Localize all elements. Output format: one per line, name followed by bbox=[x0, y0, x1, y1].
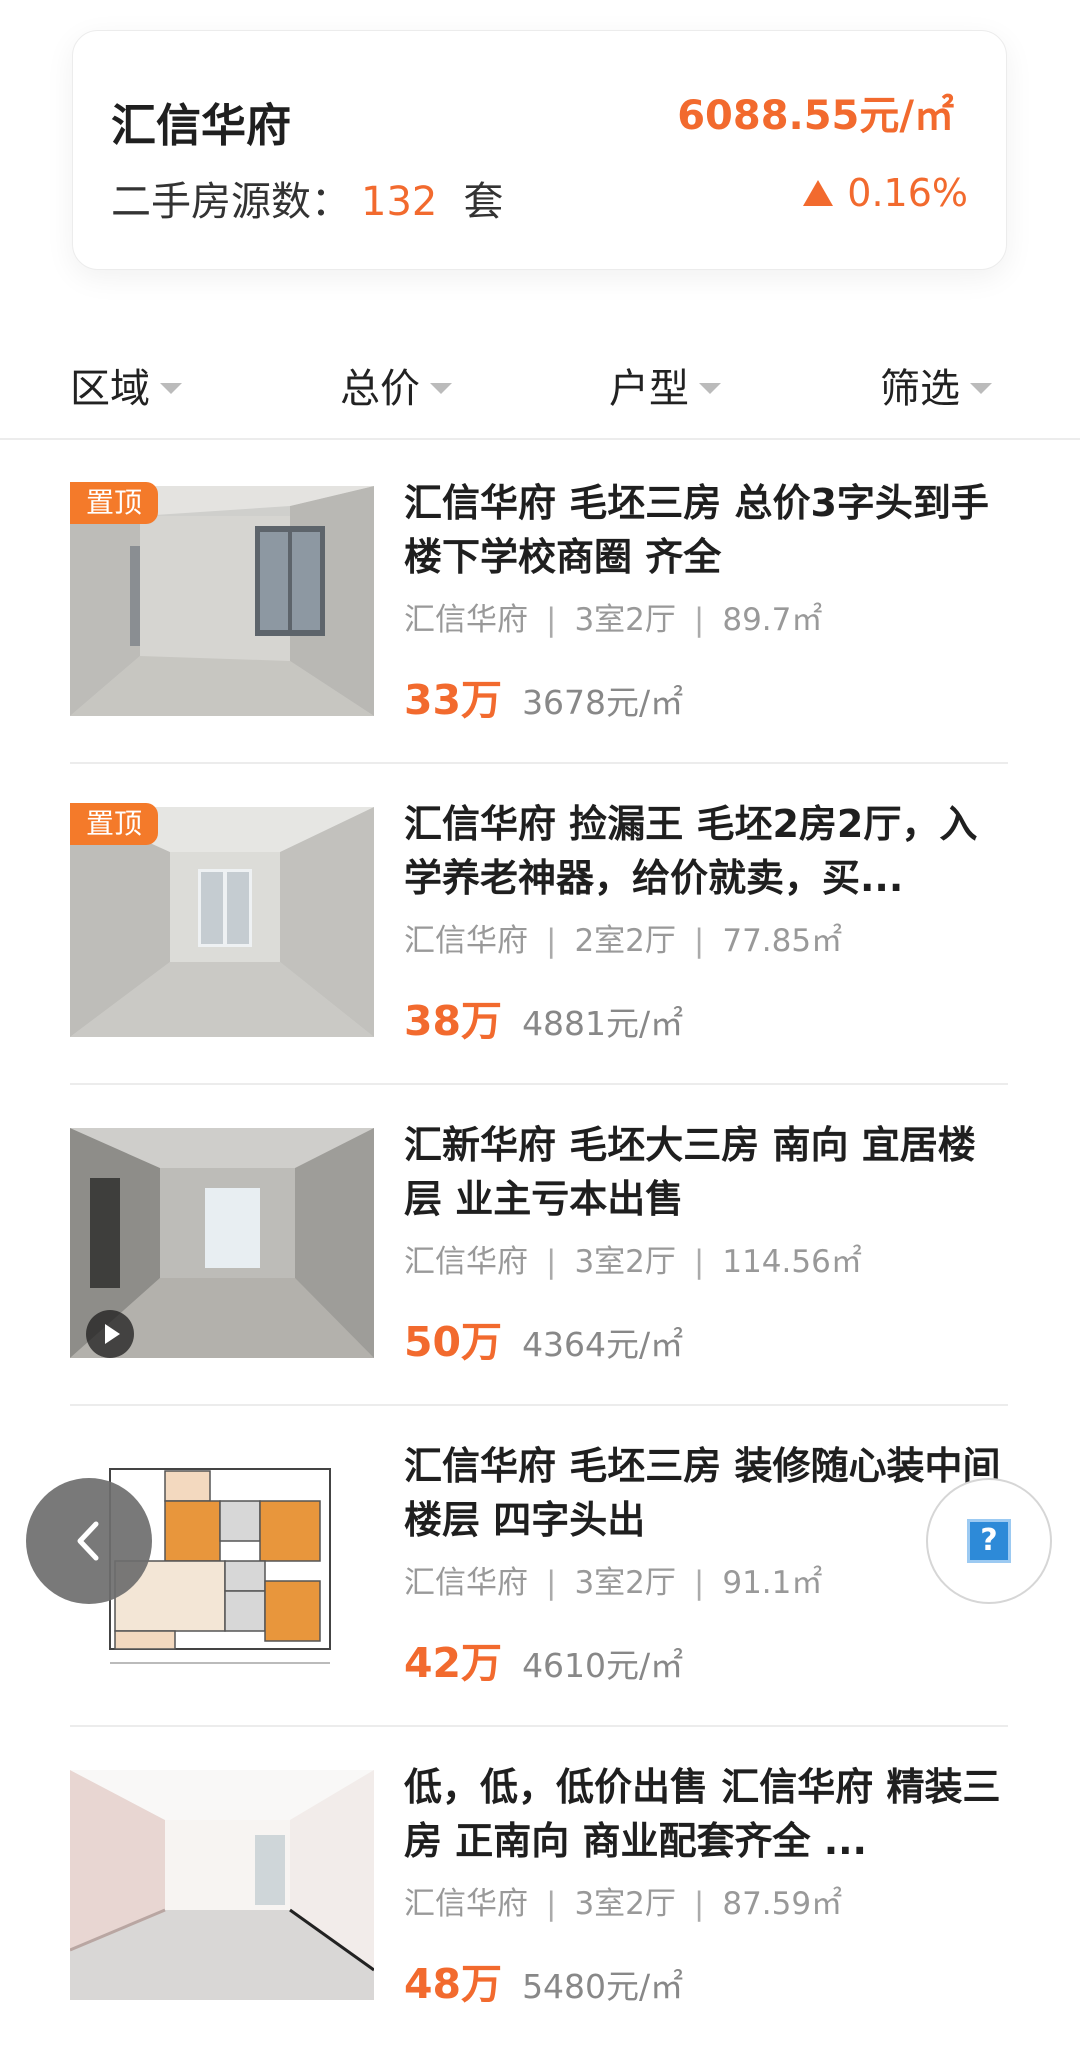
listing-unit-price: 4364元/㎡ bbox=[522, 1325, 684, 1364]
filter-more[interactable]: 筛选 bbox=[880, 356, 992, 414]
listing-unit-price: 5480元/㎡ bbox=[522, 1967, 684, 2006]
separator: | bbox=[693, 1565, 705, 1601]
filter-area[interactable]: 区域 bbox=[70, 356, 182, 414]
listing-price-row: 38万 4881元/㎡ bbox=[404, 987, 683, 1047]
listing-title: 汇新华府 毛坯大三房 南向 宜居楼层 业主亏本出售 bbox=[404, 1123, 976, 1221]
listing-item[interactable]: 低，低，低价出售 汇信华府 精装三房 正南向 商业配套齐全 ... 汇信华府 | 3… bbox=[70, 1728, 1008, 2048]
listing-meta: 汇信华府 | 3室2厅 | 87.59㎡ bbox=[404, 1878, 842, 1923]
page: 汇信华府 6088.55元/㎡ 二手房源数： 132 套 0.16% 区域 总价 户… bbox=[0, 0, 1080, 2057]
listing-layout: 3室2厅 bbox=[574, 602, 676, 638]
separator: | bbox=[546, 923, 557, 959]
listing-price-row: 50万 4364元/㎡ bbox=[404, 1308, 683, 1368]
listing-total-price: 33万 bbox=[404, 676, 503, 724]
back-button[interactable] bbox=[26, 1478, 152, 1604]
community-name: 汇信华府 bbox=[111, 99, 292, 152]
listing-total-price: 48万 bbox=[404, 1960, 503, 2008]
listing-item[interactable]: 置顶 汇信华府 捡漏王 毛坯2房2厅，入学养老神器，给价就卖，买... 汇信华府… bbox=[70, 765, 1008, 1085]
separator: | bbox=[546, 1886, 557, 1922]
listing-unit-price: 3678元/㎡ bbox=[522, 683, 684, 722]
price-change-value: 0.16% bbox=[847, 171, 968, 215]
caret-down-icon bbox=[160, 382, 182, 394]
separator: | bbox=[693, 1886, 705, 1922]
trend-up-icon bbox=[803, 180, 834, 206]
price-change: 0.16% bbox=[803, 171, 968, 215]
listing-community: 汇信华府 bbox=[404, 923, 528, 959]
listing-count-unit: 套 bbox=[463, 179, 504, 225]
listing-layout: 3室2厅 bbox=[574, 1565, 676, 1601]
video-play-icon[interactable] bbox=[86, 1310, 134, 1358]
listing-layout: 3室2厅 bbox=[574, 1886, 676, 1922]
listing-area: 91.1㎡ bbox=[722, 1565, 823, 1601]
listing-meta: 汇信华府 | 2室2厅 | 77.85㎡ bbox=[404, 915, 842, 960]
listing-count-number: 132 bbox=[361, 179, 438, 225]
filter-label: 筛选 bbox=[880, 366, 960, 412]
listing-count-label: 二手房源数： bbox=[111, 179, 351, 225]
average-price: 6088.55元/㎡ bbox=[677, 93, 954, 139]
listing-layout: 3室2厅 bbox=[574, 1244, 676, 1280]
listing-total-price: 50万 bbox=[404, 1318, 503, 1366]
separator: | bbox=[546, 602, 557, 638]
separator: | bbox=[693, 1244, 705, 1280]
filter-label: 区域 bbox=[70, 366, 150, 412]
listing-meta: 汇信华府 | 3室2厅 | 89.7㎡ bbox=[404, 594, 822, 639]
listing-photo bbox=[70, 1770, 374, 2000]
listing-community: 汇信华府 bbox=[404, 1565, 528, 1601]
help-button[interactable]: ? bbox=[926, 1478, 1052, 1604]
listing-unit-price: 4881元/㎡ bbox=[522, 1004, 684, 1043]
listing-item[interactable]: 置顶 汇信华府 毛坯三房 总价3字头到手 楼下学校商圈 齐全 汇信华府 | 3室2厅… bbox=[70, 444, 1008, 764]
listing-area: 114.56㎡ bbox=[722, 1244, 862, 1280]
listing-title: 汇信华府 毛坯三房 总价3字头到手 楼下学校商圈 齐全 bbox=[404, 481, 989, 579]
caret-down-icon bbox=[699, 382, 721, 394]
listing-meta: 汇信华府 | 3室2厅 | 91.1㎡ bbox=[404, 1557, 822, 1602]
listing-price-row: 42万 4610元/㎡ bbox=[404, 1629, 683, 1689]
pinned-badge: 置顶 bbox=[70, 803, 159, 845]
listing-item[interactable]: 汇信华府 毛坯三房 装修随心装中间楼层 四字头出 汇信华府 | 3室2厅 | 91.1㎡… bbox=[70, 1407, 1008, 1727]
listing-area: 89.7㎡ bbox=[722, 602, 823, 638]
listing-community: 汇信华府 bbox=[404, 1244, 528, 1280]
listing-price-row: 48万 5480元/㎡ bbox=[404, 1950, 683, 2010]
listing-community: 汇信华府 bbox=[404, 602, 528, 638]
pinned-badge: 置顶 bbox=[70, 482, 159, 524]
listing-title: 汇信华府 捡漏王 毛坯2房2厅，入学养老神器，给价就卖，买... bbox=[404, 802, 978, 900]
caret-down-icon bbox=[970, 382, 992, 394]
separator: | bbox=[546, 1565, 557, 1601]
community-summary-card[interactable]: 汇信华府 6088.55元/㎡ 二手房源数： 132 套 0.16% bbox=[72, 30, 1007, 270]
room-photo-image bbox=[70, 1770, 374, 2000]
listing-layout: 2室2厅 bbox=[574, 923, 676, 959]
listing-item[interactable]: 汇新华府 毛坯大三房 南向 宜居楼层 业主亏本出售 汇信华府 | 3室2厅 | 114.… bbox=[70, 1086, 1008, 1406]
listing-total-price: 38万 bbox=[404, 997, 503, 1045]
listing-meta: 汇信华府 | 3室2厅 | 114.56㎡ bbox=[404, 1236, 862, 1281]
filter-label: 户型 bbox=[609, 366, 689, 412]
listing-area: 77.85㎡ bbox=[722, 923, 843, 959]
listing-area: 87.59㎡ bbox=[722, 1886, 843, 1922]
separator: | bbox=[693, 923, 705, 959]
listing-price-row: 33万 3678元/㎡ bbox=[404, 666, 683, 726]
filter-bar: 区域 总价 户型 筛选 bbox=[0, 320, 1080, 440]
filter-total-price[interactable]: 总价 bbox=[340, 356, 452, 414]
help-icon: ? bbox=[967, 1519, 1011, 1563]
listing-count: 二手房源数： 132 套 bbox=[111, 169, 503, 227]
filter-label: 总价 bbox=[340, 366, 420, 412]
filter-layout[interactable]: 户型 bbox=[609, 356, 721, 414]
separator: | bbox=[693, 602, 705, 638]
listing-title: 汇信华府 毛坯三房 装修随心装中间楼层 四字头出 bbox=[404, 1444, 1001, 1542]
chevron-left-icon bbox=[77, 1521, 99, 1561]
listing-community: 汇信华府 bbox=[404, 1886, 528, 1922]
listing-title: 低，低，低价出售 汇信华府 精装三房 正南向 商业配套齐全 ... bbox=[404, 1765, 1001, 1863]
separator: | bbox=[546, 1244, 557, 1280]
listing-unit-price: 4610元/㎡ bbox=[522, 1646, 684, 1685]
caret-down-icon bbox=[430, 382, 452, 394]
listing-total-price: 42万 bbox=[404, 1639, 503, 1687]
